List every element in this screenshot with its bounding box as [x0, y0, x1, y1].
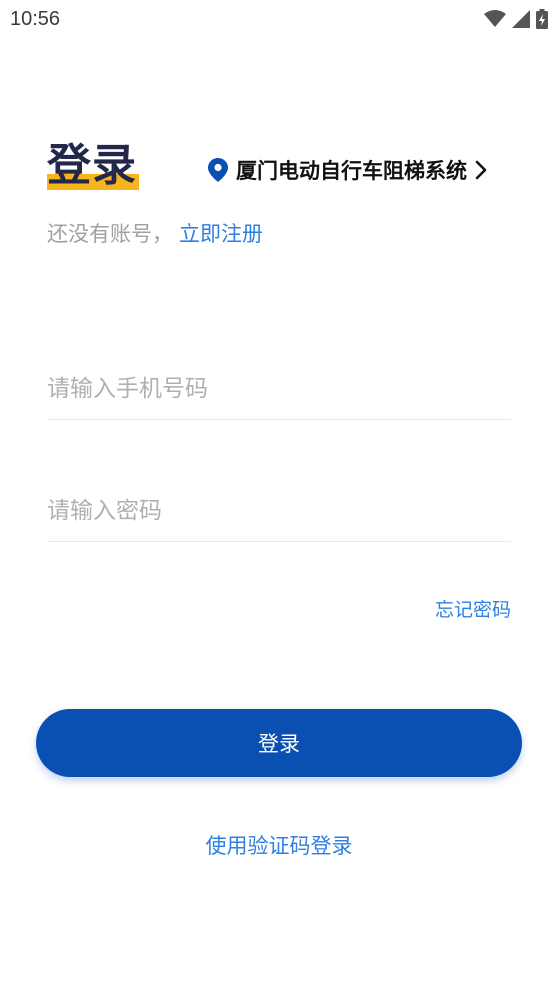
signal-icon [512, 10, 530, 28]
page-title: 登录 [47, 140, 137, 191]
login-screen: 10:56 登录 厦门电动自行车阻梯系统 还没有账号， 立即注册 请输入手机号码… [0, 0, 558, 992]
password-input[interactable] [47, 480, 511, 542]
sms-login-link[interactable]: 使用验证码登录 [0, 830, 558, 860]
title-block: 登录 [47, 140, 139, 192]
region-selector[interactable]: 厦门电动自行车阻梯系统 [208, 155, 487, 185]
register-link[interactable]: 立即注册 [179, 222, 263, 246]
login-button[interactable]: 登录 [36, 709, 522, 777]
battery-charging-icon [536, 9, 548, 29]
chevron-right-icon [475, 160, 487, 180]
wifi-icon [484, 10, 506, 27]
phone-input[interactable] [47, 358, 511, 420]
location-pin-icon [208, 158, 228, 182]
status-icons [484, 8, 548, 30]
region-label: 厦门电动自行车阻梯系统 [236, 159, 467, 183]
forgot-password-link[interactable]: 忘记密码 [435, 595, 511, 622]
register-prompt: 还没有账号， [47, 222, 173, 246]
register-line: 还没有账号， 立即注册 [47, 218, 263, 248]
status-time: 10:56 [10, 8, 61, 30]
status-bar: 10:56 [0, 0, 558, 38]
